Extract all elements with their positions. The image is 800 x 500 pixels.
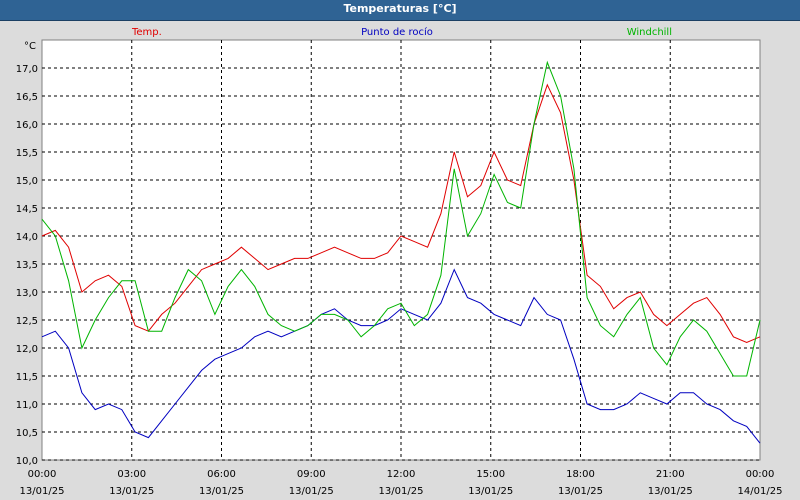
y-tick-label: 16,0 (16, 120, 38, 131)
x-tick-date: 13/01/25 (379, 486, 424, 497)
x-tick-time: 09:00 (297, 469, 326, 480)
x-tick-date: 13/01/25 (648, 486, 693, 497)
y-axis-ticks: 10,0 10,5 11,0 11,5 12,0 12,5 13,0 13,5 14,0 14,5… (16, 64, 38, 467)
x-tick-date: 13/01/25 (20, 486, 65, 497)
y-tick-label: 13,5 (16, 260, 38, 271)
y-tick-label: 15,0 (16, 176, 38, 187)
x-tick-date: 13/01/25 (558, 486, 603, 497)
x-tick-time: 03:00 (117, 469, 146, 480)
y-tick-label: 14,5 (16, 204, 38, 215)
x-tick-date: 13/01/25 (109, 486, 154, 497)
y-tick-label: 11,0 (16, 400, 38, 411)
chart-window: Temperaturas [°C] 10,0 10,5 11,0 11,5 12,0 12… (0, 0, 800, 500)
legend-entry: Punto de rocío (361, 26, 433, 38)
y-tick-label: 12,0 (16, 344, 38, 355)
legend-entry: Temp. (131, 27, 162, 38)
x-tick-time: 00:00 (746, 469, 775, 480)
y-tick-label: 13,0 (16, 288, 38, 299)
y-tick-label: 10,0 (16, 456, 38, 467)
y-tick-label: 11,5 (16, 372, 38, 383)
y-tick-label: 14,0 (16, 232, 38, 243)
y-tick-label: 17,0 (16, 64, 38, 75)
y-tick-label: 16,5 (16, 92, 38, 103)
x-axis-ticks: 00:00 13/01/25 03:00 13/01/25 06:00 13/01/25 0… (20, 469, 783, 497)
x-tick-time: 15:00 (476, 469, 505, 480)
x-tick-date: 13/01/25 (289, 486, 334, 497)
x-tick-date: 13/01/25 (468, 486, 513, 497)
legend: Temp. Punto de rocío Windchill (131, 26, 672, 38)
x-tick-date: 14/01/25 (738, 486, 783, 497)
y-tick-label: 15,5 (16, 148, 38, 159)
x-tick-time: 21:00 (656, 469, 685, 480)
y-tick-label: 10,5 (16, 428, 38, 439)
x-tick-time: 18:00 (566, 469, 595, 480)
x-tick-date: 13/01/25 (199, 486, 244, 497)
y-tick-label: 12,5 (16, 316, 38, 327)
x-tick-time: 06:00 (207, 469, 236, 480)
temperature-chart: 10,0 10,5 11,0 11,5 12,0 12,5 13,0 13,5 14,0 14,5… (16, 26, 783, 497)
y-axis-unit-label: °C (24, 41, 36, 52)
x-tick-time: 12:00 (387, 469, 416, 480)
x-tick-time: 00:00 (28, 469, 57, 480)
legend-entry: Windchill (627, 27, 672, 38)
